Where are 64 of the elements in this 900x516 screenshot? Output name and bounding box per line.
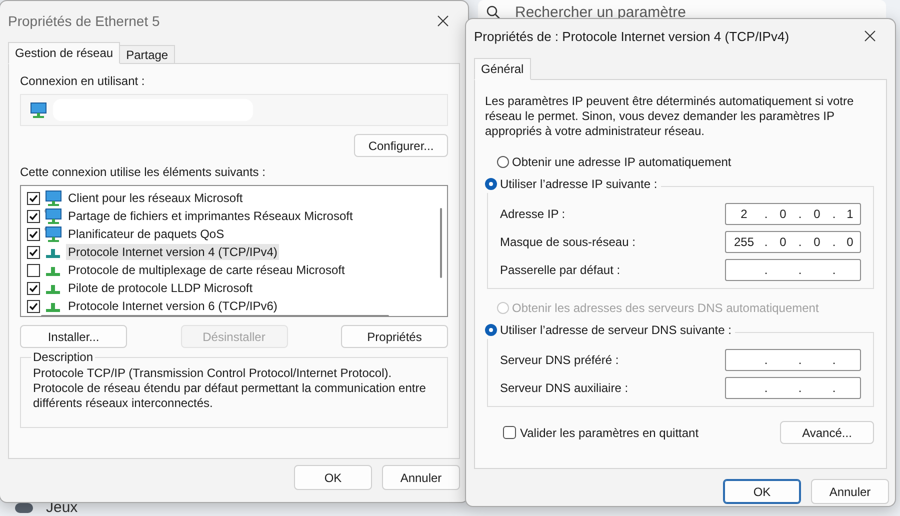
dialog-button[interactable]: Annuler xyxy=(811,479,889,504)
monitor-icon xyxy=(29,102,47,118)
checkbox[interactable] xyxy=(27,192,40,204)
scrollbar[interactable] xyxy=(41,315,389,317)
field-label: Serveur DNS préféré : xyxy=(500,353,619,367)
network-protocol-icon xyxy=(44,282,62,294)
checkbox[interactable] xyxy=(27,210,40,222)
scrollbar[interactable] xyxy=(440,208,442,278)
field-label: Adresse IP : xyxy=(500,207,566,221)
section-label: Connexion en utilisant : xyxy=(20,74,146,88)
dialog-button[interactable]: OK xyxy=(723,479,801,504)
service-monitor-icon xyxy=(44,226,62,242)
ip-address-field[interactable]: . . . xyxy=(725,259,861,281)
advanced-button[interactable]: Avancé... xyxy=(780,421,874,444)
checkbox[interactable] xyxy=(27,264,40,276)
list-item[interactable]: Protocole de multiplexage de carte réseau Microsoft xyxy=(66,262,347,278)
window-title: Propriétés de Ethernet 5 xyxy=(8,13,160,29)
intro-text: Les paramètres IP peuvent être déterminés automatiquement si votre réseau le permet. Sinon, vous devez demander les paramètres IP appropriés à votre administrateur réseau. xyxy=(485,94,855,139)
ip-address-field[interactable]: . . . xyxy=(725,377,861,399)
description-text: Protocole TCP/IP (Transmission Control Protocol/Internet Protocol). Protocole de réseau étendu par défaut permettant la communication entre différents réseaux interconnectés. xyxy=(33,366,427,412)
close-icon xyxy=(437,15,449,27)
action-button[interactable]: Installer... xyxy=(20,325,127,348)
close-icon xyxy=(864,30,876,42)
monitor-icon xyxy=(44,190,62,206)
radio-label: Utiliser l’adresse IP suivante : xyxy=(500,177,658,191)
group-label: Description xyxy=(32,350,94,364)
radio-button[interactable] xyxy=(485,178,497,190)
list-item[interactable]: Planificateur de paquets QoS xyxy=(66,226,226,242)
radio-label: Obtenir une adresse IP automatiquement xyxy=(512,155,732,169)
field-label: Masque de sous-réseau : xyxy=(500,235,636,249)
search-icon xyxy=(486,4,501,20)
service-monitor-icon xyxy=(44,208,62,224)
ip-address-field[interactable]: 2 . 0 . 0 . 1 xyxy=(725,203,861,225)
network-protocol-icon xyxy=(44,264,62,276)
checkbox[interactable] xyxy=(27,228,40,240)
radio-label: Utiliser l’adresse de serveur DNS suivante : xyxy=(500,323,732,337)
dialog-button[interactable]: OK xyxy=(294,465,372,490)
section-label: Cette connexion utilise les éléments suivants : xyxy=(20,165,266,179)
radio-label: Obtenir les adresses des serveurs DNS automatiquement xyxy=(512,301,819,315)
checkbox[interactable] xyxy=(503,426,516,439)
ip-address-field[interactable]: 255 . 0 . 0 . 0 xyxy=(725,231,861,253)
tab[interactable]: Gestion de réseau xyxy=(8,42,120,64)
list-item[interactable]: Client pour les réseaux Microsoft xyxy=(66,190,245,206)
checkbox-label: Valider les paramètres en quittant xyxy=(520,426,699,440)
window-title: Propriétés de : Protocole Internet version 4 (TCP/IPv4) xyxy=(474,28,790,44)
action-button[interactable]: Propriétés xyxy=(341,325,448,348)
configure-button[interactable]: Configurer... xyxy=(354,134,448,157)
radio-button[interactable] xyxy=(485,324,497,336)
list-item[interactable]: Protocole Internet version 6 (TCP/IPv6) xyxy=(66,298,280,314)
checkbox[interactable] xyxy=(27,282,40,294)
network-protocol-icon xyxy=(44,300,62,312)
radio-button[interactable] xyxy=(497,156,509,168)
field-label: Serveur DNS auxiliaire : xyxy=(500,381,628,395)
tab[interactable]: Général xyxy=(474,58,531,80)
checkbox[interactable] xyxy=(27,246,40,258)
network-protocol-icon xyxy=(44,246,62,258)
checkbox[interactable] xyxy=(27,300,40,312)
tab[interactable]: Partage xyxy=(119,45,176,64)
list-item[interactable]: Pilote de protocole LLDP Microsoft xyxy=(66,280,255,296)
ip-address-field[interactable]: . . . xyxy=(725,349,861,371)
list-item[interactable]: Protocole Internet version 4 (TCP/IPv4) xyxy=(66,244,280,260)
list-item[interactable]: Partage de fichiers et imprimantes Réseaux Microsoft xyxy=(66,208,355,224)
field-label: Passerelle par défaut : xyxy=(500,263,620,277)
dialog-button[interactable]: Annuler xyxy=(382,465,460,490)
